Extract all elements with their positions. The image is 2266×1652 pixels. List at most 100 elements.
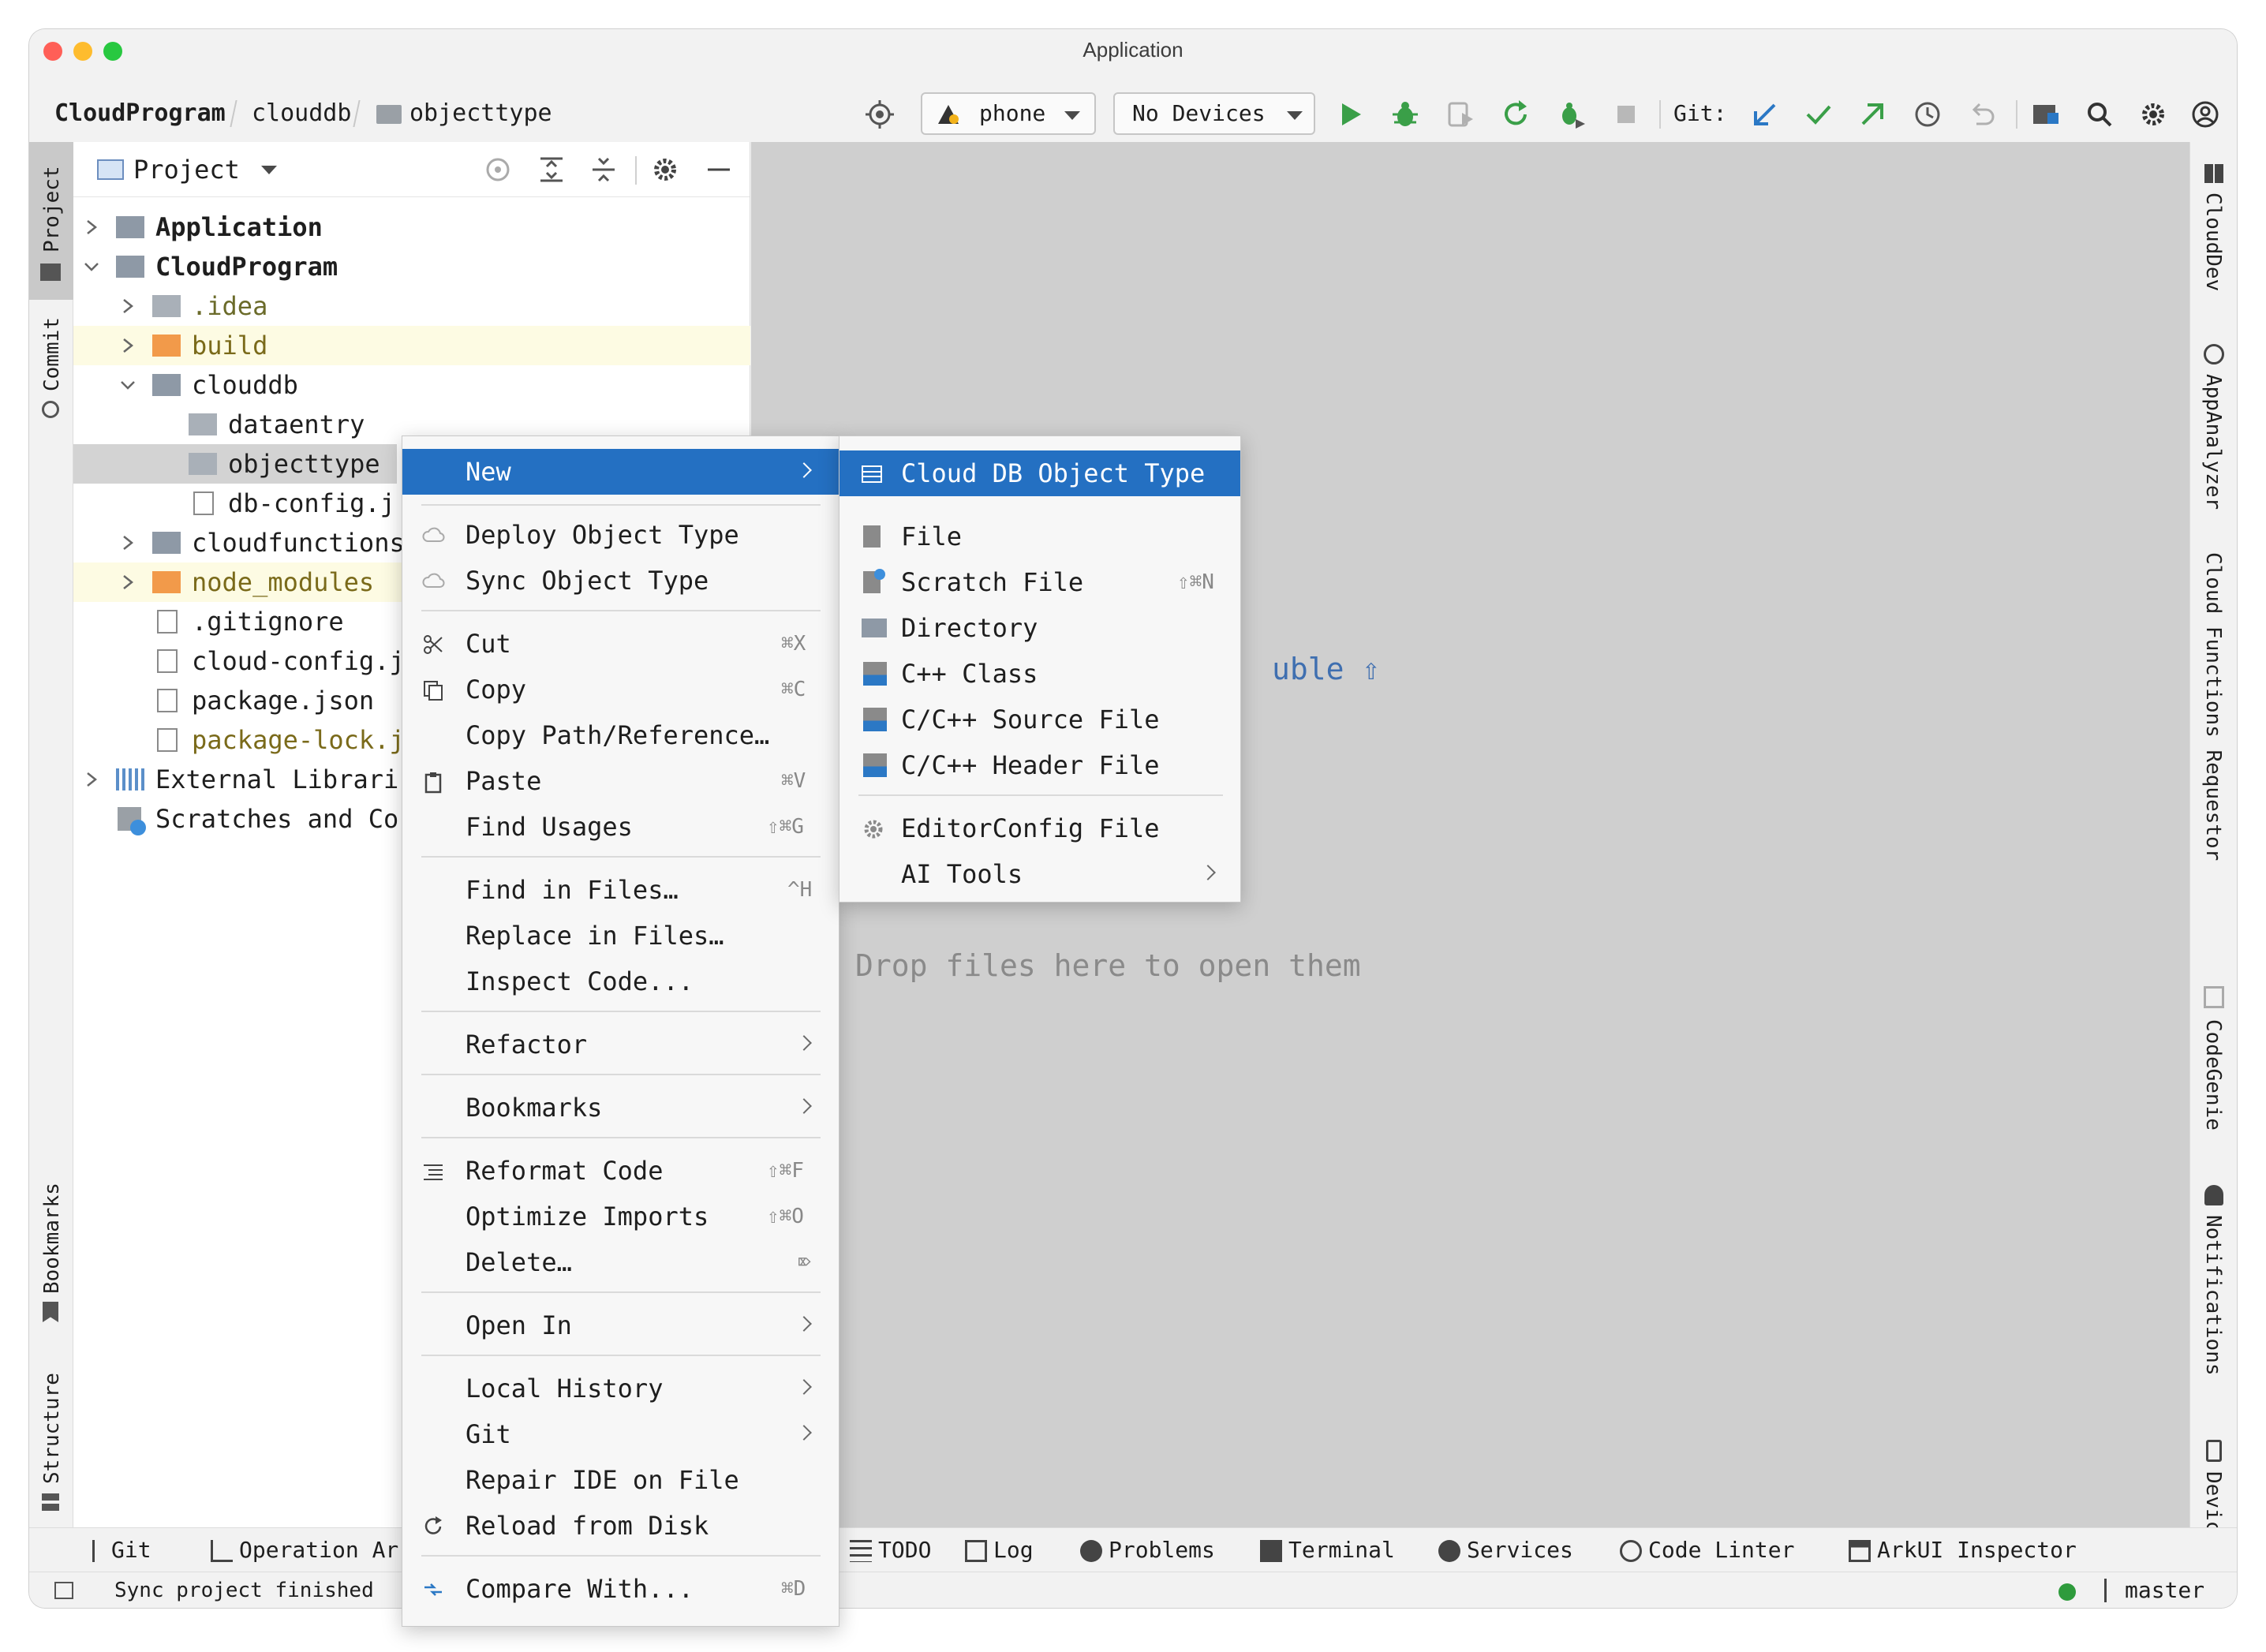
tree-item-idea[interactable]: .idea xyxy=(73,286,750,326)
expand-all-icon[interactable] xyxy=(534,152,569,187)
git-commit-icon[interactable] xyxy=(1801,97,1836,132)
menu-item-reload-from-disk[interactable]: Reload from Disk xyxy=(402,1503,839,1549)
device-select[interactable]: No Devices xyxy=(1113,92,1315,135)
gear-icon[interactable] xyxy=(2136,97,2171,132)
menu-item-cut[interactable]: Cut ⌘X xyxy=(402,621,839,667)
tool-services[interactable]: Services xyxy=(1438,1528,1573,1572)
debug-icon[interactable] xyxy=(1388,97,1423,132)
locate-icon[interactable] xyxy=(480,152,515,187)
menu-item-copy[interactable]: Copy ⌘C xyxy=(402,667,839,712)
tab-project[interactable]: Project xyxy=(29,142,73,300)
tool-problems[interactable]: Problems xyxy=(1080,1528,1215,1572)
tool-operation-analyzer[interactable]: Operation Ar xyxy=(211,1528,398,1572)
menu-item-find-in-files[interactable]: Find in Files… ^H xyxy=(402,867,839,913)
history-icon[interactable] xyxy=(1910,97,1945,132)
submenu-item-scratch-file[interactable]: Scratch File ⇧⌘N xyxy=(839,559,1240,605)
tool-git[interactable]: Git xyxy=(92,1528,151,1572)
menu-item-label: Replace in Files… xyxy=(466,921,724,951)
main-toolbar: CloudProgram clouddb objecttype phone No… xyxy=(29,86,2237,141)
tab-cloud-functions-requestor[interactable]: Cloud Functions Requestor xyxy=(2190,552,2237,891)
profile-icon[interactable] xyxy=(1443,97,1478,132)
menu-item-find-usages[interactable]: Find Usages ⇧⌘G xyxy=(402,804,839,850)
menu-item-compare-with[interactable]: Compare With... ⌘D xyxy=(402,1566,839,1612)
menu-item-bookmarks[interactable]: Bookmarks xyxy=(402,1085,839,1131)
minimize-icon[interactable] xyxy=(701,152,736,187)
apply-changes-icon[interactable] xyxy=(1498,97,1533,132)
tab-structure-label: Structure xyxy=(40,1373,64,1484)
tree-item-clouddb[interactable]: clouddb xyxy=(73,365,750,405)
device-config-select[interactable]: phone xyxy=(921,92,1096,135)
submenu-item-cpp-source-file[interactable]: C/C++ Source File xyxy=(839,697,1240,742)
menu-item-new[interactable]: New xyxy=(402,449,839,495)
menu-separator xyxy=(421,610,821,611)
tree-item-application[interactable]: Application xyxy=(73,207,750,247)
submenu-item-cloud-db-object-type[interactable]: Cloud DB Object Type xyxy=(839,450,1240,496)
tab-codegenie[interactable]: CodeGenie xyxy=(2190,986,2237,1160)
menu-item-paste[interactable]: Paste ⌘V xyxy=(402,758,839,804)
menu-item-repair-ide[interactable]: Repair IDE on File xyxy=(402,1457,839,1503)
breadcrumb-objecttype[interactable]: objecttype xyxy=(409,86,552,141)
stop-icon[interactable] xyxy=(1609,97,1643,132)
tab-commit[interactable]: Commit xyxy=(29,308,73,426)
tool-arkui-inspector[interactable]: ArkUI Inspector xyxy=(1849,1528,2077,1572)
tree-item-objecttype[interactable]: objecttype xyxy=(73,444,397,484)
tab-appanalyzer[interactable]: AppAnalyzer xyxy=(2190,344,2237,525)
tree-item-label: .gitignore xyxy=(192,607,344,637)
account-icon[interactable] xyxy=(2188,97,2223,132)
menu-item-delete[interactable]: Delete… ⌦ xyxy=(402,1239,839,1285)
submenu-item-directory[interactable]: Directory xyxy=(839,605,1240,651)
tree-item-cloudprogram[interactable]: CloudProgram xyxy=(73,247,750,286)
chevron-right-icon[interactable] xyxy=(116,286,140,326)
menu-item-inspect-code[interactable]: Inspect Code... xyxy=(402,959,839,1004)
tab-clouddev[interactable]: CloudDev xyxy=(2190,158,2237,316)
tab-notifications[interactable]: Notifications xyxy=(2190,1185,2237,1390)
chevron-down-icon[interactable] xyxy=(80,247,103,286)
menu-item-reformat-code[interactable]: Reformat Code ⇧⌘F xyxy=(402,1148,839,1194)
menu-item-sync-object-type[interactable]: Sync Object Type xyxy=(402,558,839,604)
tab-device[interactable]: Devic xyxy=(2190,1440,2237,1533)
project-structure-icon[interactable] xyxy=(2029,97,2063,132)
tab-bookmarks[interactable]: Bookmarks xyxy=(29,1168,73,1325)
menu-item-copy-path[interactable]: Copy Path/Reference… xyxy=(402,712,839,758)
project-panel-title[interactable]: Project xyxy=(133,142,240,197)
run-icon[interactable] xyxy=(1333,97,1367,132)
tool-terminal[interactable]: Terminal xyxy=(1260,1528,1395,1572)
rollback-icon[interactable] xyxy=(1964,97,1999,132)
chevron-right-icon[interactable] xyxy=(116,523,140,563)
gear-icon[interactable] xyxy=(648,152,682,187)
chevron-right-icon[interactable] xyxy=(116,563,140,602)
submenu-item-cpp-class[interactable]: C++ Class xyxy=(839,651,1240,697)
submenu-item-ai-tools[interactable]: AI Tools xyxy=(839,851,1240,897)
menu-item-deploy-object-type[interactable]: Deploy Object Type xyxy=(402,512,839,558)
collapse-all-icon[interactable] xyxy=(586,152,621,187)
menu-item-open-in[interactable]: Open In xyxy=(402,1303,839,1348)
attach-debugger-icon[interactable] xyxy=(1554,97,1588,132)
git-branch[interactable]: master xyxy=(2125,1572,2204,1608)
tool-code-linter[interactable]: Code Linter xyxy=(1620,1528,1794,1572)
search-icon[interactable] xyxy=(2082,97,2117,132)
menu-item-git[interactable]: Git xyxy=(402,1411,839,1457)
chevron-down-icon[interactable] xyxy=(261,166,277,174)
breadcrumb-clouddb[interactable]: clouddb xyxy=(252,86,351,141)
chevron-right-icon[interactable] xyxy=(80,760,103,799)
submenu-item-file[interactable]: File xyxy=(839,514,1240,559)
menu-item-local-history[interactable]: Local History xyxy=(402,1366,839,1411)
breadcrumb-project[interactable]: CloudProgram xyxy=(54,86,226,141)
submenu-item-cpp-header-file[interactable]: C/C++ Header File xyxy=(839,742,1240,788)
tool-log[interactable]: Log xyxy=(965,1528,1034,1572)
menu-item-replace-in-files[interactable]: Replace in Files… xyxy=(402,913,839,959)
chevron-right-icon[interactable] xyxy=(116,326,140,365)
git-push-icon[interactable] xyxy=(1855,97,1890,132)
target-icon[interactable] xyxy=(862,97,897,132)
menu-item-optimize-imports[interactable]: Optimize Imports ⇧⌘O xyxy=(402,1194,839,1239)
chevron-right-icon[interactable] xyxy=(80,207,103,247)
panel-toggle-icon[interactable] xyxy=(54,1582,73,1599)
tool-todo[interactable]: TODO xyxy=(850,1528,931,1572)
submenu-item-editorconfig-file[interactable]: EditorConfig File xyxy=(839,805,1240,851)
menu-item-refactor[interactable]: Refactor xyxy=(402,1022,839,1067)
chevron-down-icon[interactable] xyxy=(116,365,140,405)
status-indicator[interactable] xyxy=(2058,1583,2076,1601)
tree-item-build[interactable]: build xyxy=(73,326,750,365)
tab-structure[interactable]: Structure xyxy=(29,1361,73,1519)
git-update-icon[interactable] xyxy=(1748,97,1782,132)
